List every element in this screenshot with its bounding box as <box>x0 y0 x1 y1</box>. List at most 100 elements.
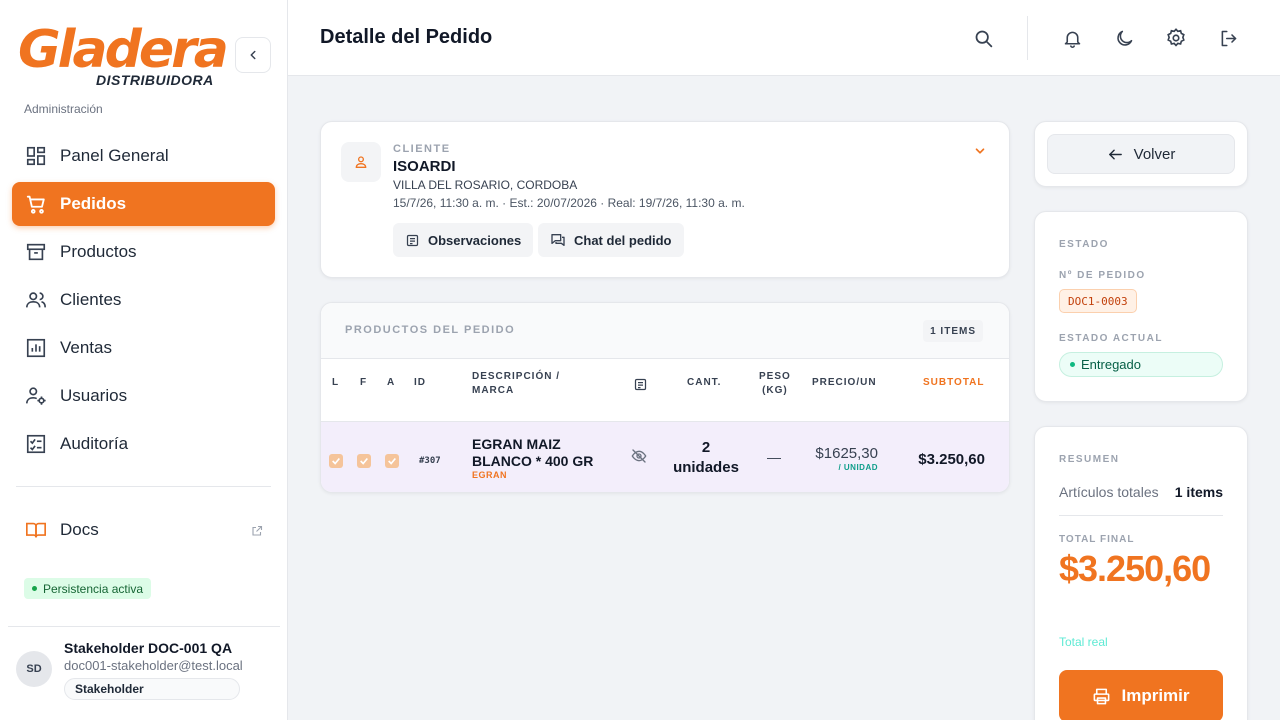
print-button[interactable]: Imprimir <box>1059 670 1223 720</box>
total-value: $3.250,60 <box>1059 548 1211 589</box>
brand-logo[interactable]: Gladera DISTRIBUIDORA <box>18 20 229 92</box>
sidebar-section-label: Administración <box>24 102 103 116</box>
checkbox-f[interactable] <box>357 454 371 468</box>
order-chat-button[interactable]: Chat del pedido <box>538 223 684 257</box>
avatar[interactable]: SD <box>16 651 52 687</box>
expand-client-button[interactable] <box>973 144 987 163</box>
status-dot <box>32 586 37 591</box>
chart-icon <box>24 336 48 360</box>
dashboard-icon <box>24 144 48 168</box>
observations-button[interactable]: Observaciones <box>393 223 534 257</box>
note-icon <box>634 378 647 391</box>
product-weight: — <box>767 449 781 465</box>
total-label: TOTAL FINAL <box>1059 534 1135 545</box>
logout-button[interactable] <box>1216 26 1240 50</box>
sidebar-item-label: Clientes <box>60 290 122 309</box>
sidebar-item-productos[interactable]: Productos <box>12 230 275 274</box>
col-weight: PESO (KG) <box>759 371 791 396</box>
logo-subtitle: DISTRIBUIDORA <box>96 72 214 88</box>
user-icon <box>341 142 381 182</box>
client-card: CLIENTE ISOARDI VILLA DEL ROSARIO, CORDO… <box>320 121 1010 278</box>
col-a: A <box>387 377 396 388</box>
summary-card: RESUMEN Artículos totales 1 items TOTAL … <box>1034 426 1248 720</box>
book-icon <box>24 518 48 542</box>
col-price: PRECIO/UN <box>812 377 877 388</box>
moon-icon <box>1116 30 1132 46</box>
order-number: DOC1-0003 <box>1059 289 1137 313</box>
theme-toggle-button[interactable] <box>1112 26 1136 50</box>
sidebar-item-label: Productos <box>60 242 137 261</box>
product-brand: EGRAN <box>472 470 508 480</box>
user-settings-icon <box>24 384 48 408</box>
logo-wordmark: Gladera <box>18 20 229 80</box>
collapse-sidebar-button[interactable] <box>235 37 271 73</box>
toggle-visibility-button[interactable] <box>631 448 647 469</box>
sidebar-item-docs[interactable]: Docs <box>12 508 275 552</box>
user-name: Stakeholder DOC-001 QA <box>64 640 233 656</box>
sidebar: Gladera DISTRIBUIDORA Administración Pan… <box>0 0 288 720</box>
sidebar-item-pedidos[interactable]: Pedidos <box>12 182 275 226</box>
checkbox-a[interactable] <box>385 454 399 468</box>
chevron-left-icon <box>250 50 256 60</box>
checkbox-l[interactable] <box>329 454 343 468</box>
printer-icon <box>1092 687 1111 706</box>
bell-icon <box>1064 31 1080 48</box>
col-notes <box>633 377 648 397</box>
items-count-badge: 1 ITEMS <box>923 320 983 342</box>
sidebar-item-panel-general[interactable]: Panel General <box>12 134 275 178</box>
page-title: Detalle del Pedido <box>320 26 493 48</box>
check-icon <box>360 457 368 465</box>
sidebar-item-label: Pedidos <box>60 194 127 213</box>
summary-divider <box>1059 515 1223 516</box>
user-divider <box>8 626 280 627</box>
eye-off-icon <box>631 449 647 463</box>
client-name: ISOARDI <box>393 158 456 175</box>
settings-button[interactable] <box>1164 26 1188 50</box>
col-f: F <box>360 377 368 388</box>
summary-items-label: Artículos totales <box>1059 484 1159 500</box>
summary-items-value: 1 items <box>1174 484 1223 500</box>
sidebar-item-label: Ventas <box>60 338 112 357</box>
client-dates: 15/7/26, 11:30 a. m. · Est.: 20/07/2026 … <box>393 196 745 210</box>
archive-icon <box>24 240 48 264</box>
chat-label: Chat del pedido <box>574 232 672 248</box>
product-price-unit: / UNIDAD <box>838 463 878 472</box>
product-price: $1625,30 <box>815 445 878 462</box>
sidebar-divider <box>16 486 271 487</box>
col-description: DESCRIPCIÓN / MARCA <box>472 371 561 396</box>
chevron-down-icon <box>975 148 985 154</box>
order-number-label: Nº DE PEDIDO <box>1059 270 1146 281</box>
user-email: doc001-stakeholder@test.local <box>64 658 243 673</box>
notifications-button[interactable] <box>1060 26 1084 50</box>
sidebar-item-ventas[interactable]: Ventas <box>12 326 275 370</box>
chat-icon <box>550 232 566 248</box>
product-id: #307 <box>419 456 441 466</box>
total-note: Total real <box>1059 635 1108 649</box>
header-separator <box>1027 16 1028 60</box>
checklist-icon <box>24 432 48 456</box>
client-location: VILLA DEL ROSARIO, CORDOBA <box>393 178 578 192</box>
status-dot <box>1070 362 1075 367</box>
col-id: ID <box>414 377 426 388</box>
state-title: ESTADO <box>1059 239 1109 250</box>
products-header: PRODUCTOS DEL PEDIDO 1 ITEMS <box>321 303 1009 359</box>
status-badge: Entregado <box>1059 352 1223 377</box>
state-card: ESTADO Nº DE PEDIDO DOC1-0003 ESTADO ACT… <box>1034 211 1248 402</box>
observations-label: Observaciones <box>428 232 522 248</box>
sidebar-item-auditoria[interactable]: Auditoría <box>12 422 275 466</box>
current-status-label: ESTADO ACTUAL <box>1059 333 1163 344</box>
top-header: Detalle del Pedido <box>288 0 1280 76</box>
table-row[interactable]: #307 EGRAN MAIZ BLANCO * 400 GR EGRAN 2 … <box>321 421 1009 492</box>
logout-icon <box>1221 30 1236 46</box>
product-subtotal: $3.250,60 <box>918 451 985 468</box>
client-label: CLIENTE <box>393 143 451 155</box>
sidebar-item-usuarios[interactable]: Usuarios <box>12 374 275 418</box>
product-description: EGRAN MAIZ BLANCO * 400 GR <box>472 436 594 469</box>
back-card: Volver <box>1034 121 1248 187</box>
check-icon <box>388 457 396 465</box>
search-button[interactable] <box>971 26 995 50</box>
cart-icon <box>24 192 48 216</box>
note-icon <box>405 233 420 248</box>
back-button[interactable]: Volver <box>1047 134 1235 174</box>
sidebar-item-clientes[interactable]: Clientes <box>12 278 275 322</box>
